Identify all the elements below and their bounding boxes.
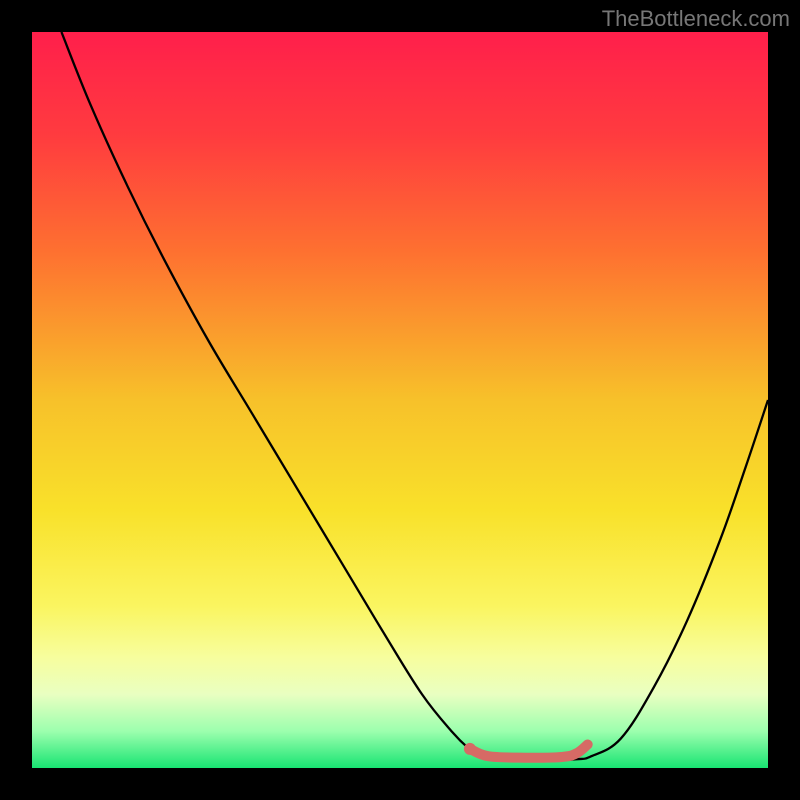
plot-area (32, 32, 768, 768)
chart-svg (32, 32, 768, 768)
optimal-start-dot (464, 743, 476, 755)
watermark-label: TheBottleneck.com (602, 6, 790, 32)
marker-layer (464, 743, 476, 755)
chart-root: TheBottleneck.com (0, 0, 800, 800)
